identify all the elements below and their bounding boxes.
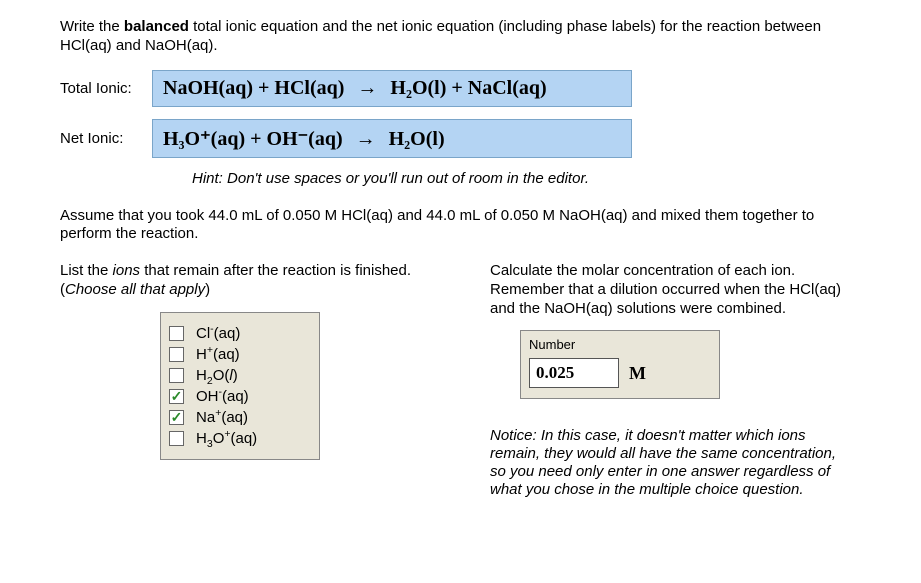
- unit-label: M: [629, 363, 646, 384]
- number-label: Number: [529, 337, 711, 352]
- ion-checkbox[interactable]: [169, 347, 184, 362]
- ion-label: H+(aq): [196, 346, 240, 363]
- q-bold: balanced: [124, 18, 189, 35]
- net-ionic-row: Net Ionic: H₃O⁺(aq) + OH⁻(aq) → H₂O(l): [60, 119, 861, 158]
- ions-pit2: Choose all that apply: [65, 281, 205, 298]
- hint: Hint: Don't use spaces or you'll run out…: [192, 170, 861, 187]
- ion-row: Na+(aq): [169, 409, 311, 426]
- notice-text: In this case, it doesn't matter which io…: [490, 427, 836, 498]
- arrow-icon: →: [348, 128, 384, 150]
- ion-label: H2O(l): [196, 367, 238, 384]
- concentration-input[interactable]: 0.025: [529, 358, 619, 388]
- ion-row: H3O+(aq): [169, 430, 311, 447]
- ions-checkbox-group: Cl-(aq) H+(aq) H2O(l) OH-(aq) Na+(aq) H3O+(aq…: [160, 312, 320, 460]
- ion-row: OH-(aq): [169, 388, 311, 405]
- eq-total-rhs: H₂O(l) + NaCl(aq): [390, 77, 546, 99]
- total-ionic-label: Total Ionic:: [60, 80, 152, 97]
- ion-label: OH-(aq): [196, 388, 249, 405]
- ion-checkbox[interactable]: [169, 431, 184, 446]
- ions-p3: ): [205, 281, 210, 298]
- number-box: Number 0.025 M: [520, 330, 720, 399]
- ion-label: Cl-(aq): [196, 325, 240, 342]
- net-ionic-input[interactable]: H₃O⁺(aq) + OH⁻(aq) → H₂O(l): [152, 119, 632, 158]
- ion-label: H3O+(aq): [196, 430, 257, 447]
- ion-checkbox[interactable]: [169, 326, 184, 341]
- ion-row: Cl-(aq): [169, 325, 311, 342]
- total-ionic-row: Total Ionic: NaOH(aq) + HCl(aq) → H₂O(l)…: [60, 70, 861, 107]
- eq-total-lhs: NaOH(aq) + HCl(aq): [163, 77, 344, 99]
- net-ionic-label: Net Ionic:: [60, 130, 152, 147]
- ion-checkbox[interactable]: [169, 368, 184, 383]
- assume-text: Assume that you took 44.0 mL of 0.050 M …: [60, 207, 861, 245]
- hint-label: Hint:: [192, 170, 227, 187]
- hint-text: Don't use spaces or you'll run out of ro…: [227, 170, 589, 187]
- ion-row: H+(aq): [169, 346, 311, 363]
- eq-net-lhs: H₃O⁺(aq) + OH⁻(aq): [163, 128, 343, 150]
- notice: Notice: In this case, it doesn't matter …: [490, 427, 861, 499]
- arrow-icon: →: [349, 77, 385, 99]
- calc-prompt: Calculate the molar concentration of eac…: [490, 262, 861, 318]
- ion-checkbox[interactable]: [169, 389, 184, 404]
- ions-prompt: List the ions that remain after the reac…: [60, 262, 460, 300]
- ion-label: Na+(aq): [196, 409, 248, 426]
- notice-label: Notice:: [490, 427, 541, 444]
- ions-pit: ions: [113, 262, 141, 279]
- ion-row: H2O(l): [169, 367, 311, 384]
- total-ionic-input[interactable]: NaOH(aq) + HCl(aq) → H₂O(l) + NaCl(aq): [152, 70, 632, 107]
- ions-p1: List the: [60, 262, 113, 279]
- ion-checkbox[interactable]: [169, 410, 184, 425]
- eq-net-rhs: H₂O(l): [389, 128, 445, 150]
- q-prefix: Write the: [60, 18, 124, 35]
- question-text: Write the balanced total ionic equation …: [60, 18, 861, 56]
